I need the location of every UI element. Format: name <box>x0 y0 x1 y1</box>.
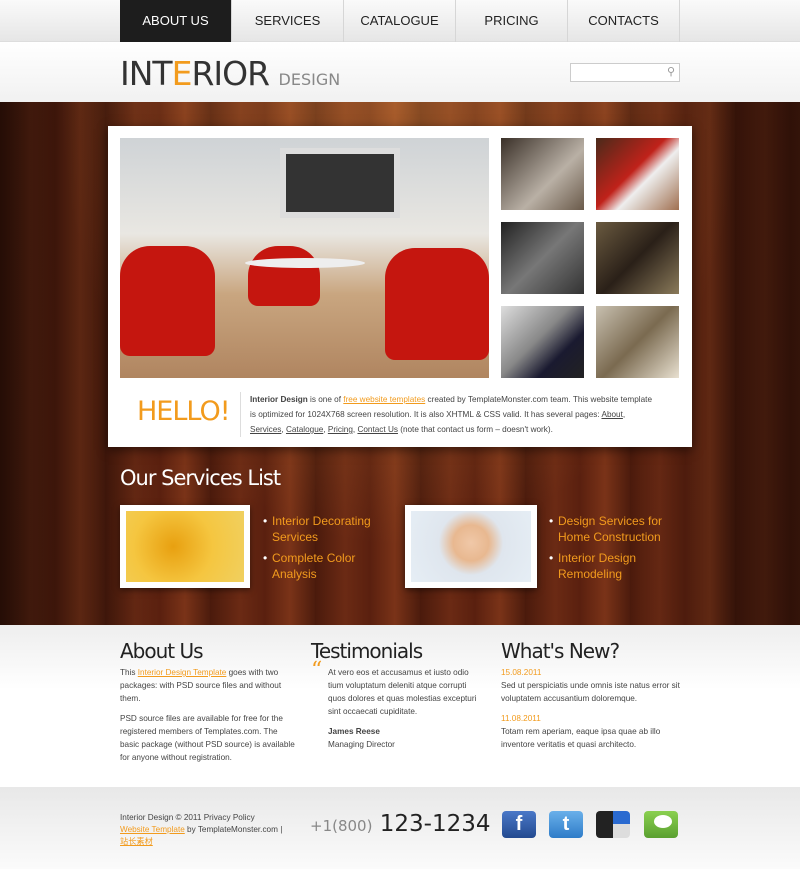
facebook-icon[interactable]: f <box>502 811 536 838</box>
testimonial-quote: At vero eos et accusamus et iusto odio t… <box>328 668 477 716</box>
service-image-worker <box>405 505 537 588</box>
delicious-icon[interactable] <box>596 811 630 838</box>
intro-text-part: is one of <box>307 395 344 404</box>
gallery-thumb[interactable] <box>501 222 584 294</box>
pricing-link[interactable]: Pricing <box>328 425 353 434</box>
about-column: About Us This Interior Design Template g… <box>120 639 295 771</box>
news-column: What's New? 15.08.2011 Sed ut perspiciat… <box>501 639 681 758</box>
phone-number: +1(800) 123-1234 <box>310 811 491 837</box>
service-item[interactable]: Design Services for Home Construction <box>549 514 689 545</box>
news-date: 15.08.2011 <box>501 668 542 677</box>
about-text: This <box>120 668 138 677</box>
logo-subtext: DESIGN <box>278 70 341 89</box>
news-title: What's New? <box>501 639 620 663</box>
about-text: PSD source files are available for free … <box>120 714 295 762</box>
technorati-icon[interactable] <box>644 811 678 838</box>
service-item[interactable]: Interior Design Remodeling <box>549 551 689 582</box>
cn-link[interactable]: 站长素材 <box>120 837 153 846</box>
main-nav: About Us Services Catalogue Pricing Cont… <box>0 0 800 42</box>
intro-text-part: (note that contact us form – doesn't wor… <box>397 425 553 434</box>
testimonials-title: Testimonials <box>311 639 423 663</box>
free-templates-link[interactable]: free website templates <box>343 395 425 404</box>
catalogue-link[interactable]: Catalogue <box>286 425 323 434</box>
contact-us-link[interactable]: Contact Us <box>357 425 398 434</box>
gallery-thumb[interactable] <box>596 138 679 210</box>
news-text: Totam rem aperiam, eaque ipsa quae ab il… <box>501 727 661 749</box>
gallery-thumb[interactable] <box>596 222 679 294</box>
copyright: Interior Design © 2011 Privacy Policy Web… <box>120 812 290 848</box>
services-title: Our Services List <box>120 466 281 490</box>
nav-catalogue[interactable]: Catalogue <box>344 0 456 42</box>
gallery-thumb[interactable] <box>596 306 679 378</box>
copyright-text: by TemplateMonster.com | <box>184 825 283 834</box>
phone-prefix: +1(800) <box>310 817 373 835</box>
about-title: About Us <box>120 639 204 663</box>
logo[interactable]: INTERIOR DESIGN <box>120 54 340 93</box>
twitter-icon[interactable]: t <box>549 811 583 838</box>
logo-text: INT <box>120 54 173 93</box>
testimonial-author: James Reese <box>328 727 380 736</box>
nav-services[interactable]: Services <box>232 0 344 42</box>
gallery-thumb[interactable] <box>501 138 584 210</box>
testimonial-role: Managing Director <box>328 740 395 749</box>
logo-text: RIOR <box>191 54 270 93</box>
service-item[interactable]: Complete Color Analysis <box>263 551 393 582</box>
logo-text: E <box>171 54 193 93</box>
intro-bold: Interior Design <box>250 395 308 404</box>
hello-heading: HELLO! <box>137 396 231 427</box>
phone-main: 123-1234 <box>379 811 491 837</box>
hero-image <box>120 138 489 378</box>
nav-about-us[interactable]: About Us <box>120 0 232 42</box>
gallery-thumb[interactable] <box>501 306 584 378</box>
nav-pricing[interactable]: Pricing <box>456 0 568 42</box>
quote-icon: “ <box>311 658 323 683</box>
search-icon[interactable]: ⚲ <box>667 65 675 78</box>
services-link[interactable]: Services <box>250 425 281 434</box>
copyright-text: Interior Design © 2011 Privacy Policy <box>120 813 255 822</box>
testimonials-column: Testimonials “ At vero eos et accusamus … <box>311 639 481 751</box>
template-link[interactable]: Interior Design Template <box>138 668 227 677</box>
search-input[interactable]: ⚲ <box>570 63 680 82</box>
news-date: 11.08.2011 <box>501 714 541 723</box>
service-item[interactable]: Interior Decorating Services <box>263 514 393 545</box>
news-text: Sed ut perspiciatis unde omnis iste natu… <box>501 681 680 703</box>
nav-contacts[interactable]: Contacts <box>568 0 680 42</box>
intro-text: Interior Design is one of free website t… <box>240 392 660 437</box>
about-link[interactable]: About <box>601 410 622 419</box>
website-template-link[interactable]: Website Template <box>120 825 185 834</box>
service-image-roller <box>120 505 250 588</box>
